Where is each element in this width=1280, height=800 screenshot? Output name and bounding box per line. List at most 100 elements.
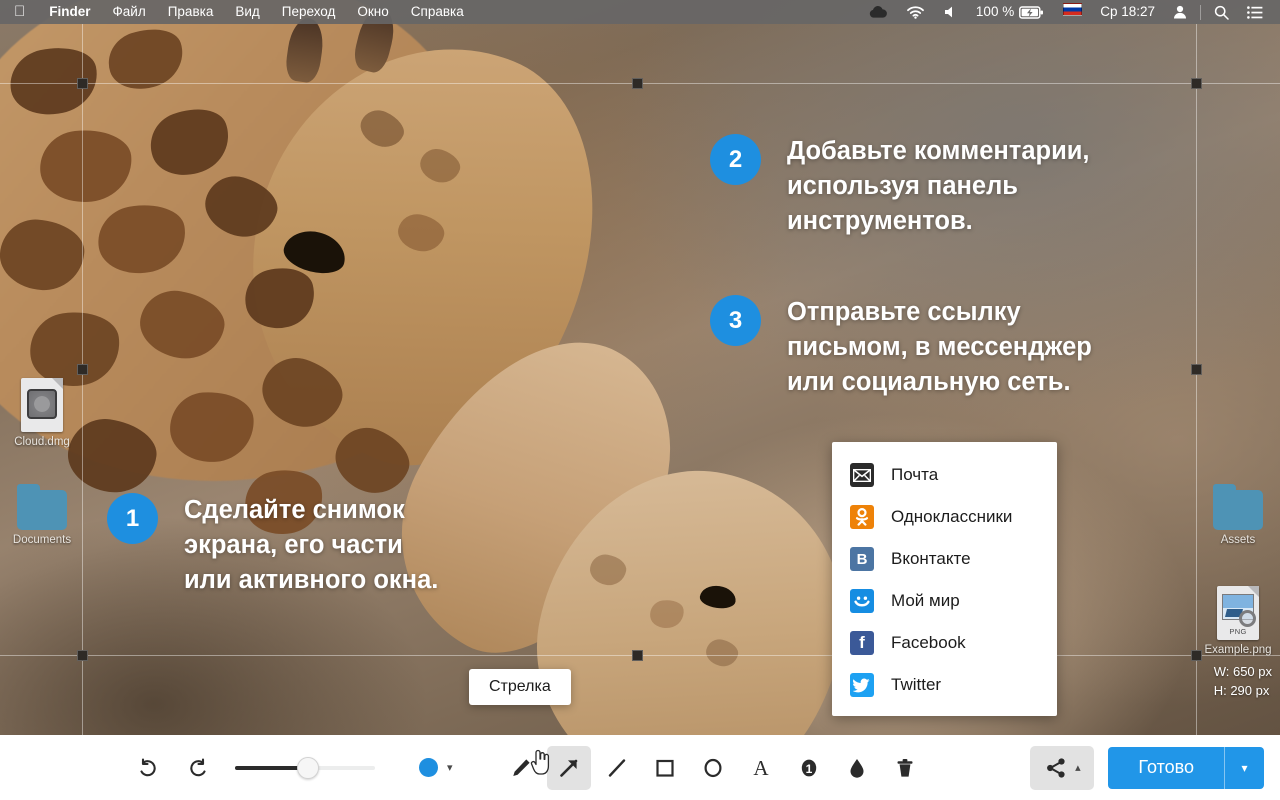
undo-icon: [140, 757, 156, 776]
twitter-icon: [850, 673, 874, 697]
crop-handle-bottom-center[interactable]: [632, 650, 643, 661]
desktop-icon-cloud-dmg[interactable]: Cloud.dmg: [0, 378, 84, 448]
menubar-item-4[interactable]: Переход: [271, 0, 347, 24]
crop-handle-middle-left[interactable]: [77, 364, 88, 375]
share-menu-item-twitter[interactable]: Twitter: [832, 664, 1057, 706]
apple-logo-icon[interactable]: : [0, 0, 38, 24]
share-menu-item-label: Facebook: [891, 633, 966, 652]
menubar-item-2[interactable]: Правка: [157, 0, 225, 24]
share-dropdown-menu: Почта Одноклассники B Вконтакте Мой мир f Face…: [832, 442, 1057, 716]
crop-guide-left: [82, 24, 83, 800]
menubar-item-5[interactable]: Окно: [346, 0, 399, 24]
cloud-glyph: [869, 6, 887, 18]
callout-text: Сделайте снимок экрана, его части или ак…: [184, 496, 439, 594]
chevron-up-icon[interactable]: ▴: [1075, 761, 1081, 774]
share-menu-item-label: Вконтакте: [891, 549, 971, 568]
share-menu-item-odnoklassniki[interactable]: Одноклассники: [832, 496, 1057, 538]
odnoklassniki-icon: [850, 505, 874, 529]
number-tool-button[interactable]: 1: [787, 746, 831, 790]
png-format-label: PNG: [1229, 627, 1247, 636]
desktop-icon-label: Documents: [12, 534, 72, 546]
mymail-icon: [850, 589, 874, 613]
cloud-icon[interactable]: [859, 5, 897, 19]
user-account-icon[interactable]: [1164, 5, 1196, 19]
folder-icon: [17, 484, 67, 530]
share-button[interactable]: ▴: [1030, 745, 1095, 790]
callout-step-3: 3 Отправьте ссылку письмом, в мессенджер…: [710, 295, 1092, 400]
line-tool-button[interactable]: [595, 746, 639, 790]
callout-text: Добавьте комментарии, используя панель и…: [787, 137, 1090, 235]
menubar-item-0[interactable]: Finder: [38, 0, 101, 24]
share-menu-item-facebook[interactable]: f Facebook: [832, 622, 1057, 664]
menubar-item-3[interactable]: Вид: [224, 0, 270, 24]
undo-button[interactable]: [125, 746, 169, 790]
notification-center-icon[interactable]: [1238, 5, 1272, 19]
circle-icon: [704, 758, 722, 777]
stroke-width-slider[interactable]: [235, 756, 375, 779]
done-button[interactable]: Готово ▾: [1108, 746, 1264, 789]
share-menu-item-label: Twitter: [891, 675, 942, 694]
toolbar-left-group: ▾ A 1: [0, 745, 927, 790]
spotlight-search-icon[interactable]: [1205, 5, 1238, 20]
selection-height: H: 290 px: [1213, 683, 1270, 698]
volume-glyph: [944, 6, 952, 18]
folder-icon: [1213, 484, 1263, 530]
square-icon: [655, 759, 674, 777]
russian-flag-icon[interactable]: [1054, 0, 1091, 24]
facebook-icon: f: [850, 631, 874, 655]
callout-step-2: 2 Добавьте комментарии, используя панель…: [710, 134, 1090, 239]
preview-lens-art: [1239, 610, 1256, 627]
chevron-down-icon: ▾: [1241, 760, 1248, 775]
menubar-clock[interactable]: Ср 18:27: [1091, 0, 1164, 24]
volume-icon[interactable]: [934, 5, 967, 19]
wifi-icon[interactable]: [897, 5, 934, 19]
blur-tool-button[interactable]: [835, 746, 879, 790]
toolbar-right-group: ▴ Готово ▾: [1030, 745, 1280, 790]
desktop-icon-assets[interactable]: Assets: [1196, 484, 1280, 546]
text-icon: A: [753, 756, 769, 780]
crop-handle-bottom-left[interactable]: [77, 650, 88, 661]
svg-text:A: A: [753, 756, 769, 780]
callout-number-badge: 2: [710, 134, 761, 185]
tool-tooltip: Стрелка: [469, 669, 571, 705]
rectangle-tool-button[interactable]: [643, 746, 687, 790]
list-glyph: [1247, 5, 1263, 19]
trash-icon: [897, 758, 913, 777]
crop-handle-top-right[interactable]: [1191, 78, 1202, 89]
color-picker[interactable]: ▾: [419, 758, 453, 777]
cursor-icon: [530, 749, 550, 775]
desktop-icon-example-png[interactable]: PNG Example.png: [1196, 586, 1280, 656]
redo-icon: [190, 757, 206, 776]
callout-text: Отправьте ссылку письмом, в мессенджер и…: [787, 298, 1092, 396]
chevron-down-icon[interactable]: ▾: [447, 761, 453, 774]
desktop-icon-documents[interactable]: Documents: [0, 484, 84, 546]
screen-root: Cloud.dmg Documents Assets PNG Example.p…: [0, 0, 1280, 800]
slider-knob[interactable]: [297, 756, 319, 779]
desktop-icon-label: Assets: [1220, 534, 1256, 546]
battery-status[interactable]: 100 %: [967, 0, 1054, 24]
share-menu-item-mail[interactable]: Почта: [832, 454, 1057, 496]
done-button-label[interactable]: Готово: [1108, 746, 1224, 789]
ellipse-tool-button[interactable]: [691, 746, 735, 790]
share-menu-item-mymail[interactable]: Мой мир: [832, 580, 1057, 622]
done-dropdown-arrow[interactable]: ▾: [1224, 746, 1264, 789]
color-swatch[interactable]: [419, 758, 438, 777]
text-tool-button[interactable]: A: [739, 746, 783, 790]
crop-handle-bottom-right[interactable]: [1191, 650, 1202, 661]
menubar-item-6[interactable]: Справка: [400, 0, 475, 24]
delete-tool-button[interactable]: [883, 746, 927, 790]
selection-dimensions: W: 650 px H: 290 px: [1214, 662, 1272, 700]
arrow-icon: [559, 759, 577, 777]
menubar-app-menus:  FinderФайлПравкаВидПереходОкноСправка: [0, 0, 475, 24]
crop-handle-top-center[interactable]: [632, 78, 643, 89]
share-menu-item-vkontakte[interactable]: B Вконтакте: [832, 538, 1057, 580]
callout-step-1: 1 Сделайте снимок экрана, его части или …: [107, 493, 438, 598]
share-menu-item-label: Почта: [891, 465, 939, 484]
crop-handle-top-left[interactable]: [77, 78, 88, 89]
user-glyph: [1174, 5, 1186, 19]
pointing-hand-cursor: [528, 748, 554, 776]
crop-handle-middle-right[interactable]: [1191, 364, 1202, 375]
redo-button[interactable]: [177, 746, 221, 790]
callout-number-badge: 3: [710, 295, 761, 346]
menubar-item-1[interactable]: Файл: [102, 0, 157, 24]
